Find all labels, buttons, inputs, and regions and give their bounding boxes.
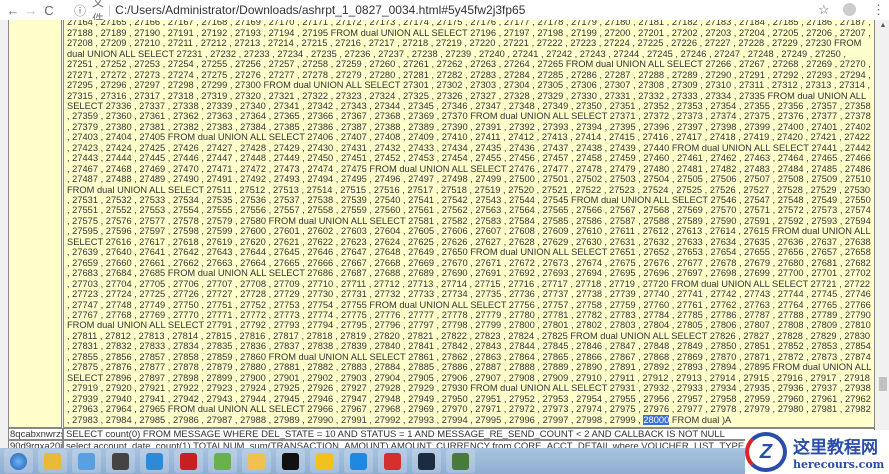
taskbar-app-blue-button[interactable] xyxy=(344,449,373,473)
paint-icon xyxy=(214,452,231,470)
computer-icon xyxy=(452,452,469,470)
taskbar-tumblr-button[interactable] xyxy=(412,449,441,473)
back-button[interactable]: ← xyxy=(4,3,22,18)
taskbar-pdf-reader-button[interactable] xyxy=(174,449,203,473)
control-panel-icon xyxy=(78,452,95,470)
reload-button[interactable]: C xyxy=(40,3,58,18)
watermark-cn: 这里教程网 xyxy=(793,438,878,458)
taskbar-paint-button[interactable] xyxy=(208,449,237,473)
pdf-reader-icon xyxy=(180,452,197,470)
scrollbar[interactable]: ▲ xyxy=(877,20,889,448)
scroll-thumb[interactable] xyxy=(879,377,887,391)
taskbar-app-red-button[interactable] xyxy=(378,449,407,473)
taskbar-start-button[interactable] xyxy=(4,449,33,473)
selected-text: 28000 xyxy=(643,414,670,425)
app-red-icon xyxy=(384,452,401,470)
watermark-emblem: Z xyxy=(745,432,787,472)
vmware-icon xyxy=(146,452,163,470)
url-text[interactable]: C:/Users/Administrator/Downloads/ashrpt_… xyxy=(115,3,525,17)
info-icon[interactable]: ⓘ xyxy=(74,2,86,19)
sql-text-cell: 26801 , 26802 , 26803 , 26804 , 26805 , … xyxy=(63,20,875,428)
address-bar[interactable]: ⓘ 文件 | C:/Users/Administrator/Downloads/… xyxy=(74,0,525,26)
sql-id[interactable]: 8qcabxnwrzs44 xyxy=(8,428,63,440)
taskbar-app-yellow-button[interactable] xyxy=(310,449,339,473)
sql-text[interactable]: 26801 , 26802 , 26803 , 26804 , 26805 , … xyxy=(64,20,874,427)
menu-icon[interactable]: ⋮ xyxy=(872,2,885,18)
taskbar-computer-button[interactable] xyxy=(446,449,475,473)
taskbar-explorer-window-button[interactable] xyxy=(106,449,135,473)
start-icon xyxy=(10,452,27,470)
profile-avatar[interactable] xyxy=(843,3,856,16)
watermark-en: herecours.com xyxy=(793,458,885,471)
app-blue-icon xyxy=(350,452,367,470)
taskbar-chrome-button[interactable] xyxy=(38,449,67,473)
bookmark-star-icon[interactable]: ☆ xyxy=(818,2,830,18)
report-page: 26801 , 26802 , 26803 , 26804 , 26805 , … xyxy=(0,20,889,452)
chrome-icon xyxy=(44,452,61,470)
taskbar-file-explorer-button[interactable] xyxy=(242,449,271,473)
sql-id-cell xyxy=(8,20,62,428)
explorer-window-icon xyxy=(112,452,129,470)
taskbar-control-panel-button[interactable] xyxy=(72,449,101,473)
taskbar-vmware-button[interactable] xyxy=(140,449,169,473)
app-yellow-icon xyxy=(316,452,333,470)
file-explorer-icon xyxy=(248,452,265,470)
tumblr-icon xyxy=(418,452,435,470)
scroll-up-icon[interactable]: ▲ xyxy=(877,22,889,29)
taskbar-terminal-button[interactable] xyxy=(276,449,305,473)
watermark-logo: Z 这里教程网 herecours.com xyxy=(745,430,889,474)
browser-toolbar: ← → C ⓘ 文件 | C:/Users/Administrator/Down… xyxy=(0,0,889,26)
terminal-icon xyxy=(282,452,299,470)
forward-button[interactable]: → xyxy=(22,3,40,18)
